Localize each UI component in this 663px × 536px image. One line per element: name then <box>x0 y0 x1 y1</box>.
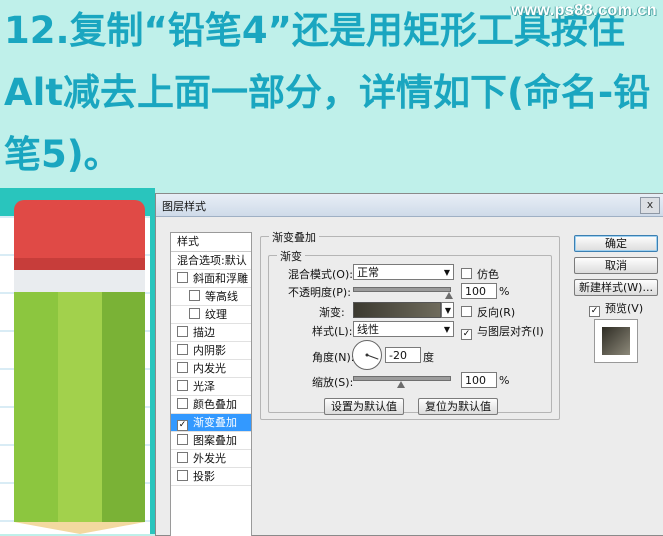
align-label: 与图层对齐(I) <box>477 325 544 338</box>
checkbox-icon[interactable] <box>177 344 188 355</box>
style-item[interactable]: 外发光 <box>171 450 251 468</box>
style-item-label: 外发光 <box>193 452 226 465</box>
blend-mode-label: 混合模式(O): <box>288 268 353 281</box>
dialog-titlebar: 图层样式 x <box>156 194 663 217</box>
reverse-label: 反向(R) <box>477 306 516 319</box>
style-item[interactable]: 内发光 <box>171 360 251 378</box>
site-watermark: www.ps88.com.cn <box>511 2 657 19</box>
align-with-layer-checkbox[interactable]: ✓ 与图层对齐(I) <box>461 323 544 340</box>
styles-list-header: 样式 <box>171 233 251 252</box>
preview-checkbox[interactable]: ✓ 预览(V) <box>589 300 643 317</box>
checkbox-icon[interactable] <box>177 380 188 391</box>
styles-list: 样式 混合选项:默认斜面和浮雕等高线纹理描边内阴影内发光光泽颜色叠加 ✓ 渐变叠加图… <box>170 232 252 536</box>
reset-default-button[interactable]: 复位为默认值 <box>418 398 498 415</box>
checkbox-icon[interactable] <box>177 362 188 373</box>
dialog-title: 图层样式 <box>162 200 206 213</box>
scale-unit: % <box>499 374 510 387</box>
headline-line-3: 笔5)。 <box>4 133 121 176</box>
style-label: 样式(L): <box>312 325 353 338</box>
blend-mode-select[interactable]: 正常 ▼ <box>353 264 454 280</box>
checkbox-icon[interactable] <box>189 290 200 301</box>
preview-label: 预览(V) <box>605 302 644 315</box>
style-item[interactable]: ✓ 渐变叠加 <box>171 414 251 432</box>
pencil-illustration <box>14 200 145 534</box>
style-item-label: 光泽 <box>193 380 215 393</box>
scale-slider-thumb[interactable] <box>397 381 405 388</box>
headline-line-2: Alt减去上面一部分，详情如下(命名-铅 <box>4 71 651 114</box>
style-preview-thumbnail <box>594 319 638 363</box>
style-select[interactable]: 线性 ▼ <box>353 321 454 337</box>
dropdown-arrow-icon: ▼ <box>443 325 450 334</box>
checkbox-icon[interactable] <box>177 434 188 445</box>
ok-button[interactable]: 确定 <box>574 235 658 252</box>
opacity-input[interactable]: 100 <box>461 283 497 299</box>
angle-indicator-icon <box>365 353 379 360</box>
scale-input[interactable]: 100 <box>461 372 497 388</box>
style-item[interactable]: 描边 <box>171 324 251 342</box>
blend-mode-value: 正常 <box>357 266 379 279</box>
dither-checkbox[interactable]: 仿色 <box>461 266 499 282</box>
cancel-button[interactable]: 取消 <box>574 257 658 274</box>
checkbox-icon[interactable] <box>177 398 188 409</box>
style-item-label: 斜面和浮雕 <box>193 272 248 285</box>
style-item[interactable]: 斜面和浮雕 <box>171 270 251 288</box>
checkbox-icon[interactable] <box>177 272 188 283</box>
checkbox-icon[interactable] <box>177 470 188 481</box>
checkbox-checked-icon: ✓ <box>461 329 472 340</box>
checkbox-icon <box>461 268 472 279</box>
style-item-label: 内发光 <box>193 362 226 375</box>
style-item[interactable]: 内阴影 <box>171 342 251 360</box>
opacity-unit: % <box>499 285 510 298</box>
style-item-label: 等高线 <box>205 290 238 303</box>
tutorial-headline: 12.复制“铅笔4”还是用矩形工具按住 Alt减去上面一部分，详情如下(命名-铅… <box>4 0 659 186</box>
style-item[interactable]: 光泽 <box>171 378 251 396</box>
new-style-button[interactable]: 新建样式(W)... <box>574 279 658 296</box>
style-item-label: 颜色叠加 <box>193 398 237 411</box>
dropdown-arrow-icon: ▼ <box>444 306 451 315</box>
gradient-label: 渐变: <box>319 306 345 319</box>
style-item[interactable]: 颜色叠加 <box>171 396 251 414</box>
style-item[interactable]: 混合选项:默认 <box>171 252 251 270</box>
angle-input[interactable]: -20 <box>385 347 421 363</box>
gradient-overlay-group-title: 渐变叠加 <box>269 229 319 245</box>
style-item[interactable]: 投影 <box>171 468 251 486</box>
checkbox-icon[interactable] <box>177 326 188 337</box>
dither-label: 仿色 <box>477 268 499 281</box>
make-default-button[interactable]: 设置为默认值 <box>324 398 404 415</box>
style-item[interactable]: 等高线 <box>171 288 251 306</box>
style-item[interactable]: 纹理 <box>171 306 251 324</box>
checkbox-checked-icon[interactable]: ✓ <box>177 420 188 431</box>
gradient-picker-toggle[interactable]: ▼ <box>441 302 454 318</box>
opacity-slider[interactable] <box>353 287 451 292</box>
preview-swatch <box>602 327 630 355</box>
style-item-label: 内阴影 <box>193 344 226 357</box>
reverse-checkbox[interactable]: 反向(R) <box>461 304 515 320</box>
style-item-label: 图案叠加 <box>193 434 237 447</box>
angle-dial-icon[interactable] <box>352 340 382 370</box>
style-item-label: 纹理 <box>205 308 227 321</box>
dropdown-arrow-icon: ▼ <box>443 268 450 277</box>
checkbox-icon <box>461 306 472 317</box>
checkbox-checked-icon: ✓ <box>589 306 600 317</box>
checkbox-icon[interactable] <box>189 308 200 319</box>
style-item-label: 混合选项:默认 <box>177 254 247 267</box>
scale-label: 缩放(S): <box>312 376 354 389</box>
opacity-label: 不透明度(P): <box>288 286 351 299</box>
style-item-label: 描边 <box>193 326 215 339</box>
angle-label: 角度(N): <box>312 351 355 364</box>
gradient-swatch[interactable] <box>353 302 441 318</box>
layer-style-dialog: 图层样式 x 样式 混合选项:默认斜面和浮雕等高线纹理描边内阴影内发光光泽颜色叠… <box>155 193 663 536</box>
style-item[interactable]: 图案叠加 <box>171 432 251 450</box>
style-value: 线性 <box>357 323 379 336</box>
checkbox-icon[interactable] <box>177 452 188 463</box>
style-item-label: 投影 <box>193 470 215 483</box>
gradient-subgroup-title: 渐变 <box>277 248 305 264</box>
style-item-label: 渐变叠加 <box>193 416 237 429</box>
close-icon[interactable]: x <box>640 197 660 214</box>
opacity-slider-thumb[interactable] <box>445 292 453 299</box>
pencil-artwork <box>0 188 155 534</box>
angle-unit: 度 <box>423 351 434 364</box>
